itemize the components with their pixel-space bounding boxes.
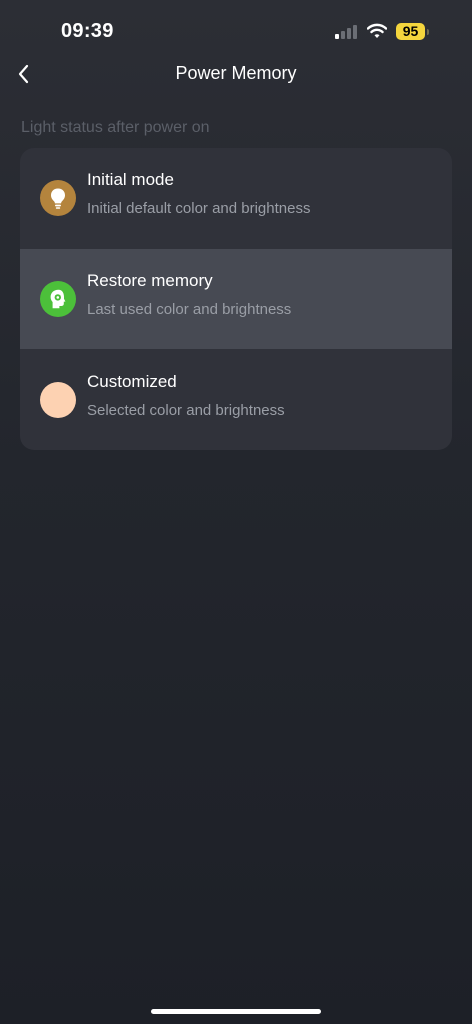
option-subtitle: Selected color and brightness — [87, 402, 285, 419]
option-subtitle: Initial default color and brightness — [87, 200, 311, 217]
option-title: Initial mode — [87, 170, 174, 189]
options-card: Initial mode Initial default color and b… — [20, 148, 452, 450]
battery-tip — [427, 29, 429, 35]
cellular-signal-icon — [335, 25, 359, 39]
memory-head-icon — [40, 281, 76, 317]
color-swatch-icon — [40, 382, 76, 418]
option-customized[interactable]: Customized Selected color and brightness — [20, 350, 452, 450]
lightbulb-icon — [40, 180, 76, 216]
battery-indicator: 95 — [396, 23, 425, 40]
page-title: Power Memory — [175, 63, 297, 83]
nav-bar: Power Memory — [0, 52, 472, 96]
option-initial-mode[interactable]: Initial mode Initial default color and b… — [20, 148, 452, 248]
status-time: 09:39 — [61, 20, 114, 42]
option-title: Customized — [87, 372, 177, 391]
wifi-icon — [366, 23, 388, 39]
option-restore-memory[interactable]: Restore memory Last used color and brigh… — [20, 249, 452, 349]
option-subtitle: Last used color and brightness — [87, 301, 292, 318]
section-label: Light status after power on — [21, 119, 210, 136]
option-title: Restore memory — [87, 271, 213, 290]
home-indicator[interactable] — [151, 1009, 321, 1014]
